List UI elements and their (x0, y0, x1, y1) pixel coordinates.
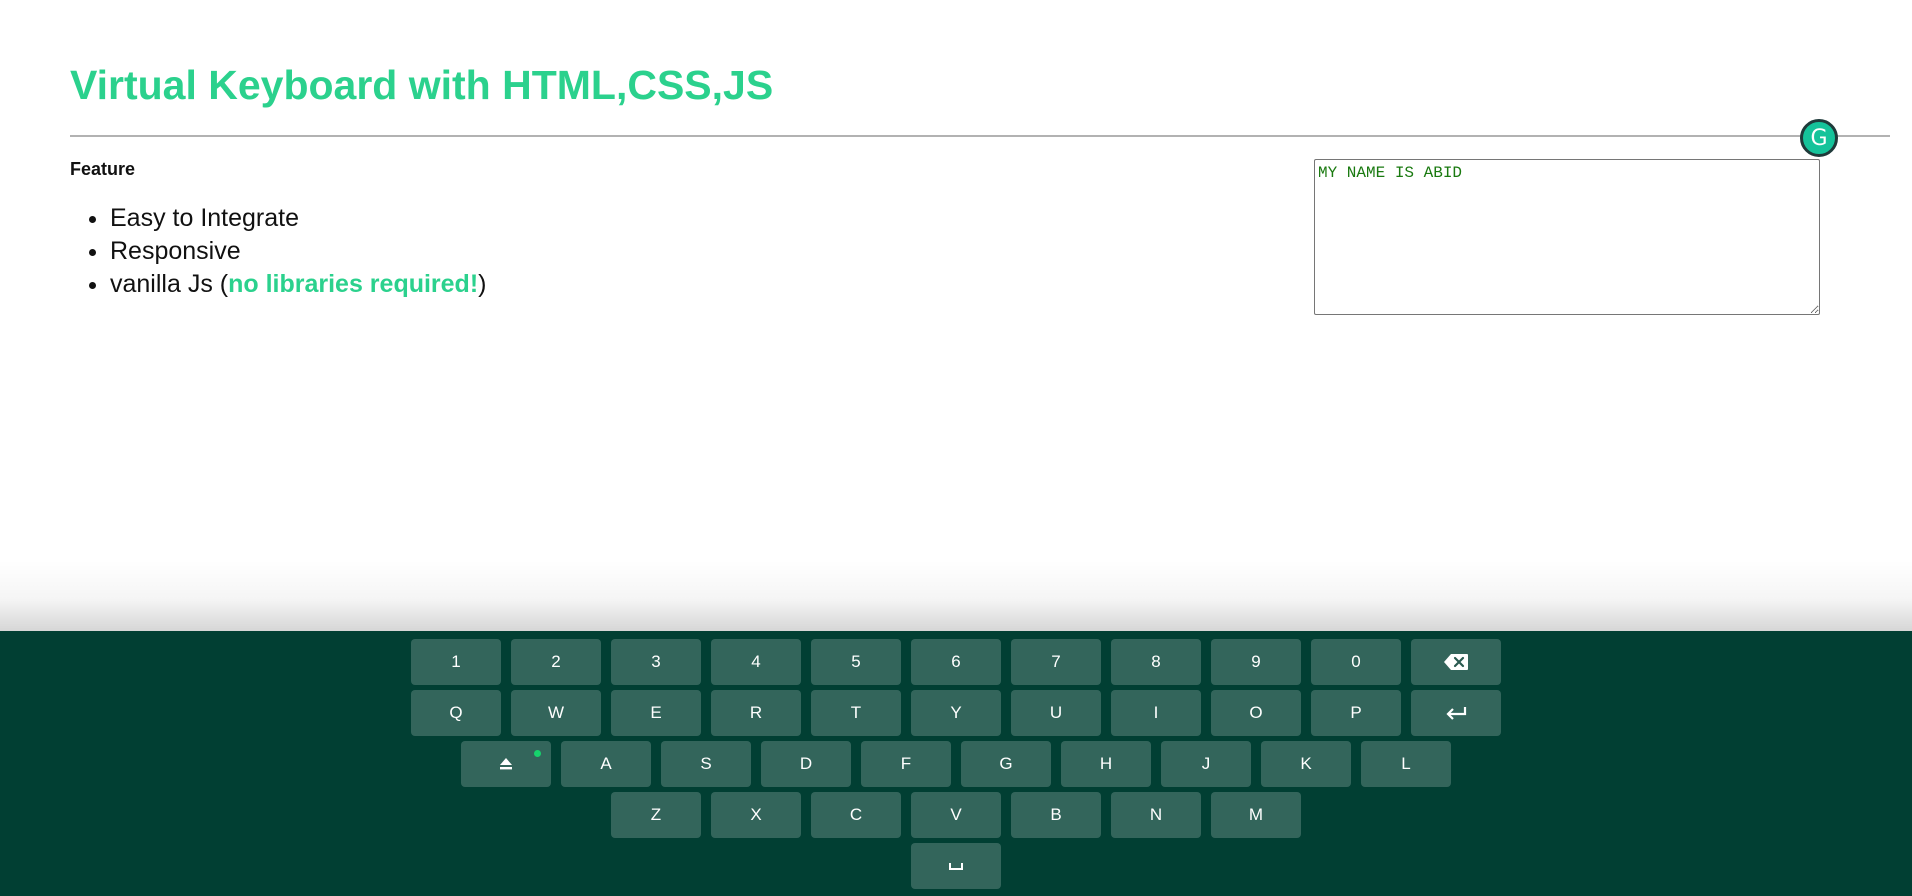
keyboard-row-bottom: Z X C V B N M (0, 792, 1912, 838)
key-6[interactable]: 6 (911, 639, 1001, 685)
key-f[interactable]: F (861, 741, 951, 787)
page: Virtual Keyboard with HTML,CSS,JS Featur… (0, 0, 1912, 896)
key-space[interactable] (911, 843, 1001, 889)
key-g[interactable]: G (961, 741, 1051, 787)
key-4[interactable]: 4 (711, 639, 801, 685)
feature-heading: Feature (70, 159, 136, 179)
backspace-icon (1444, 654, 1468, 670)
key-l[interactable]: L (1361, 741, 1451, 787)
feature-item-vanilla-prefix: vanilla Js ( (110, 270, 229, 298)
key-t[interactable]: T (811, 690, 901, 736)
key-5[interactable]: 5 (811, 639, 901, 685)
key-s[interactable]: S (661, 741, 751, 787)
key-j[interactable]: J (1161, 741, 1251, 787)
key-i[interactable]: I (1111, 690, 1201, 736)
key-r[interactable]: R (711, 690, 801, 736)
key-backspace[interactable] (1411, 639, 1501, 685)
key-v[interactable]: V (911, 792, 1001, 838)
key-z[interactable]: Z (611, 792, 701, 838)
divider (70, 135, 1890, 137)
feature-item-responsive: Responsive (110, 235, 486, 268)
key-caps-lock[interactable] (461, 741, 551, 787)
key-q[interactable]: Q (411, 690, 501, 736)
feature-item-integrate: Easy to Integrate (110, 202, 486, 235)
text-input-area[interactable]: MY NAME IS ABID (1314, 159, 1820, 315)
key-e[interactable]: E (611, 690, 701, 736)
feature-item-vanilla: vanilla Js (no libraries required!) (110, 268, 486, 301)
key-8[interactable]: 8 (1111, 639, 1201, 685)
key-x[interactable]: X (711, 792, 801, 838)
key-k[interactable]: K (1261, 741, 1351, 787)
feature-item-vanilla-suffix: ) (478, 270, 487, 298)
key-m[interactable]: M (1211, 792, 1301, 838)
key-enter[interactable] (1411, 690, 1501, 736)
feature-list: Easy to Integrate Responsive vanilla Js … (70, 202, 486, 301)
keyboard-row-home: A S D F G H J K L (0, 741, 1912, 787)
caps-lock-indicator (534, 750, 541, 757)
keyboard-row-qwerty: Q W E R T Y U I O P (0, 690, 1912, 736)
space-icon (949, 863, 963, 870)
key-a[interactable]: A (561, 741, 651, 787)
key-y[interactable]: Y (911, 690, 1001, 736)
virtual-keyboard: 1 2 3 4 5 6 7 8 9 0 Q W E R T Y U I O P … (0, 631, 1912, 896)
grammarly-g-icon[interactable]: G (1800, 119, 1838, 157)
key-9[interactable]: 9 (1211, 639, 1301, 685)
keyboard-row-space (0, 843, 1912, 889)
feature-highlight: no libraries required! (228, 270, 479, 298)
key-o[interactable]: O (1211, 690, 1301, 736)
key-u[interactable]: U (1011, 690, 1101, 736)
key-n[interactable]: N (1111, 792, 1201, 838)
key-h[interactable]: H (1061, 741, 1151, 787)
key-c[interactable]: C (811, 792, 901, 838)
key-3[interactable]: 3 (611, 639, 701, 685)
page-title: Virtual Keyboard with HTML,CSS,JS (70, 62, 774, 108)
key-2[interactable]: 2 (511, 639, 601, 685)
key-1[interactable]: 1 (411, 639, 501, 685)
key-p[interactable]: P (1311, 690, 1401, 736)
enter-icon (1446, 707, 1467, 720)
keyboard-row-numbers: 1 2 3 4 5 6 7 8 9 0 (0, 639, 1912, 685)
key-w[interactable]: W (511, 690, 601, 736)
caps-lock-icon (500, 758, 512, 770)
key-d[interactable]: D (761, 741, 851, 787)
keyboard-shadow (0, 560, 1912, 631)
key-7[interactable]: 7 (1011, 639, 1101, 685)
key-b[interactable]: B (1011, 792, 1101, 838)
key-0[interactable]: 0 (1311, 639, 1401, 685)
